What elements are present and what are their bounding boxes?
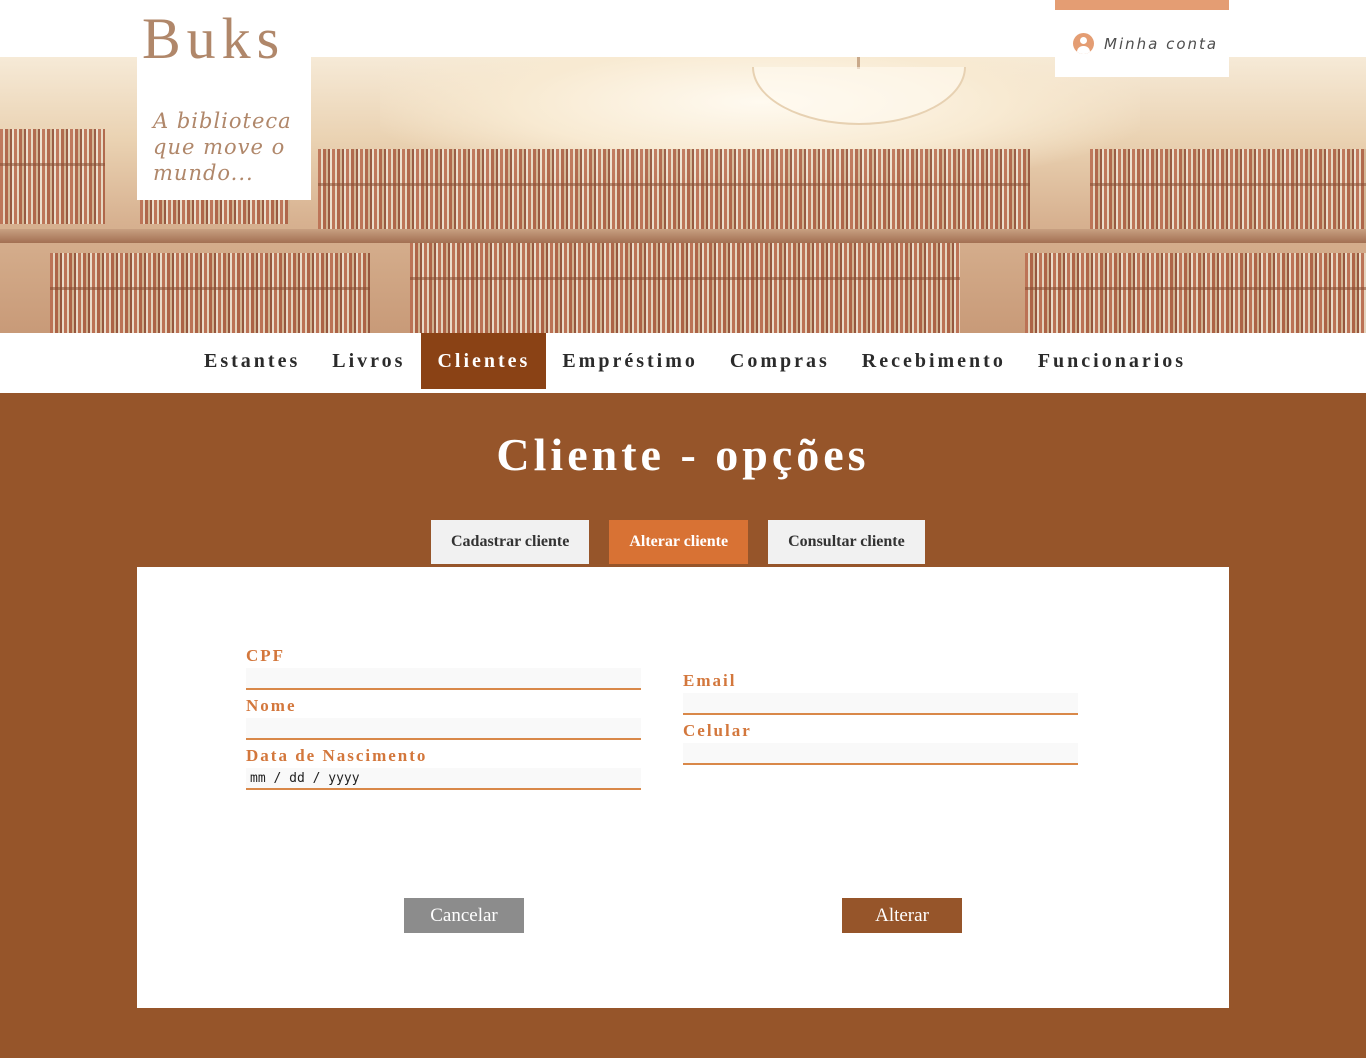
account-label: Minha conta xyxy=(1104,34,1219,53)
nav-item-emprestimo[interactable]: Empréstimo xyxy=(546,333,714,389)
bookshelf xyxy=(50,253,370,333)
cancel-button[interactable]: Cancelar xyxy=(404,898,524,933)
email-label: Email xyxy=(683,671,737,690)
nome-input[interactable] xyxy=(246,718,641,740)
bookshelf xyxy=(318,149,1030,229)
celular-input[interactable] xyxy=(683,743,1078,765)
account-accent-bar xyxy=(1055,0,1229,10)
bookshelf xyxy=(1090,149,1366,229)
nascimento-date-input[interactable] xyxy=(246,768,641,790)
tab-cadastrar-cliente[interactable]: Cadastrar cliente xyxy=(431,520,590,564)
user-circle-icon xyxy=(1073,33,1094,54)
brand-tagline: A biblioteca que move o mundo... xyxy=(153,109,292,185)
nascimento-label: Data de Nascimento xyxy=(246,746,428,765)
balcony-railing xyxy=(0,229,1366,243)
bookshelf xyxy=(410,243,960,333)
client-options-tabs: Cadastrar cliente Alterar cliente Consul… xyxy=(431,520,925,564)
alterar-button[interactable]: Alterar xyxy=(842,898,962,933)
cpf-input[interactable] xyxy=(246,668,641,690)
nav-item-compras[interactable]: Compras xyxy=(714,333,846,389)
nav-item-funcionarios[interactable]: Funcionarios xyxy=(1022,333,1202,389)
account-button[interactable]: Minha conta xyxy=(1055,10,1229,77)
nav-item-recebimento[interactable]: Recebimento xyxy=(846,333,1022,389)
email-input[interactable] xyxy=(683,693,1078,715)
tab-alterar-cliente[interactable]: Alterar cliente xyxy=(609,520,749,564)
nascimento-field: Data de Nascimento xyxy=(246,746,641,790)
tab-consultar-cliente[interactable]: Consultar cliente xyxy=(768,520,925,564)
main-nav: Estantes Livros Clientes Empréstimo Comp… xyxy=(0,333,1366,393)
nome-label: Nome xyxy=(246,696,297,715)
page-title: Cliente - opções xyxy=(496,429,870,480)
bookshelf xyxy=(1025,253,1366,333)
cpf-label: CPF xyxy=(246,646,286,665)
nav-item-livros[interactable]: Livros xyxy=(316,333,421,389)
nav-item-estantes[interactable]: Estantes xyxy=(188,333,316,389)
celular-field: Celular xyxy=(683,721,1078,765)
celular-label: Celular xyxy=(683,721,752,740)
brand-logo[interactable]: Buks xyxy=(142,10,285,68)
email-field: Email xyxy=(683,671,1078,715)
nav-list: Estantes Livros Clientes Empréstimo Comp… xyxy=(188,333,1202,389)
nav-item-clientes[interactable]: Clientes xyxy=(421,333,547,389)
nome-field: Nome xyxy=(246,696,641,740)
cpf-field: CPF xyxy=(246,646,641,690)
bookshelf xyxy=(0,129,105,224)
